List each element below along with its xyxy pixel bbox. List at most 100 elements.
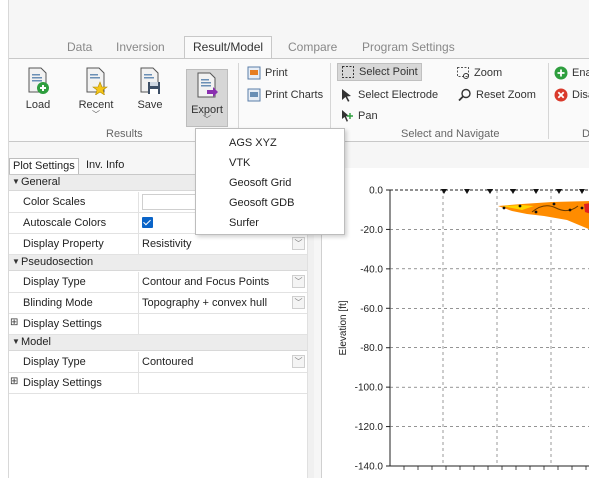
plus-circle-icon (554, 66, 568, 80)
results-group-label: Results (106, 128, 143, 140)
print-icon (247, 66, 261, 80)
section-pseudosection[interactable]: ▼ Pseudosection (9, 255, 307, 271)
select-point-label: Select Point (359, 66, 418, 78)
pan-icon (342, 110, 353, 122)
save-icon (140, 67, 160, 94)
property-label: Display Type (23, 356, 86, 368)
print-label: Print (265, 67, 288, 79)
chevron-down-icon[interactable]: ﹀ (292, 275, 305, 288)
chevron-down-icon[interactable]: ﹀ (292, 355, 305, 368)
menu-item-geosoft-gdb[interactable]: Geosoft GDB (229, 197, 294, 209)
recent-icon (86, 67, 108, 95)
chevron-down-icon[interactable]: ﹀ (292, 296, 305, 309)
property-label: Display Type (23, 276, 86, 288)
property-value[interactable]: Contour and Focus Points ﹀ (138, 272, 307, 293)
export-button[interactable]: Export ﹀ (186, 69, 228, 127)
focus-point (568, 208, 572, 212)
y-tick-label: -60.0 (360, 304, 383, 315)
menu-item-surfer[interactable]: Surfer (229, 217, 259, 229)
cancel-circle-icon (554, 88, 568, 102)
model-section-orange (498, 201, 589, 230)
reset-zoom-label: Reset Zoom (476, 89, 536, 101)
pan-button[interactable]: Pan (340, 107, 378, 125)
enable-button[interactable]: Ena (554, 64, 589, 82)
property-value[interactable]: Topography + convex hull ﹀ (138, 293, 307, 314)
select-electrode-button[interactable]: Select Electrode (340, 86, 438, 104)
disable-label: Disa (572, 89, 589, 101)
expand-icon[interactable]: ⊞ (10, 376, 18, 387)
y-tick-label: 0.0 (369, 186, 383, 197)
print-charts-icon (247, 88, 261, 102)
tab-inversion[interactable]: Inversion (116, 40, 165, 54)
tab-plot-settings[interactable]: Plot Settings (9, 158, 79, 174)
dropdown-value: Resistivity (142, 238, 192, 250)
property-label: Display Property (23, 238, 104, 250)
cursor-icon (342, 89, 351, 102)
print-button[interactable]: Print (247, 64, 288, 82)
tab-result-model[interactable]: Result/Model (184, 36, 273, 59)
menu-item-ags-xyz[interactable]: AGS XYZ (229, 137, 277, 149)
export-menu: AGS XYZ VTK Geosoft Grid Geosoft GDB Sur… (195, 128, 345, 235)
tab-program-settings[interactable]: Program Settings (362, 40, 455, 54)
tab-data[interactable]: Data (67, 40, 92, 54)
load-button[interactable]: Load (18, 67, 58, 111)
property-row-display-property[interactable]: Display Property Resistivity ﹀ (9, 234, 307, 255)
right-group-label: D (582, 128, 589, 140)
elevation-chart[interactable]: 0.0 -20.0 -40.0 -60.0 -80.0 -100.0 -120.0 -140.… (322, 168, 589, 478)
electrode-marker (464, 189, 470, 194)
property-row-display-type[interactable]: Display Type Contour and Focus Points ﹀ (9, 272, 307, 293)
property-row-display-type[interactable]: Display Type Contoured ﹀ (9, 352, 307, 373)
print-charts-label: Print Charts (265, 89, 324, 101)
disable-button[interactable]: Disa (554, 86, 589, 104)
menu-item-vtk[interactable]: VTK (229, 157, 250, 169)
property-value[interactable] (138, 373, 307, 394)
property-label: Blinding Mode (23, 297, 93, 309)
chevron-down-icon: ﹀ (92, 110, 100, 119)
focus-point (552, 202, 556, 206)
reset-zoom-button[interactable]: Reset Zoom (458, 86, 536, 104)
zoom-button[interactable]: Zoom (456, 64, 502, 82)
save-button[interactable]: Save (130, 67, 170, 111)
menu-item-geosoft-grid[interactable]: Geosoft Grid (229, 177, 291, 189)
collapse-triangle-icon[interactable]: ▼ (12, 257, 20, 266)
collapse-triangle-icon[interactable]: ▼ (12, 177, 20, 186)
collapse-triangle-icon[interactable]: ▼ (12, 337, 20, 346)
y-tick-label: -80.0 (360, 343, 383, 354)
electrode-marker (510, 189, 516, 194)
chart-area[interactable]: 0.0 -20.0 -40.0 -60.0 -80.0 -100.0 -120.0 -140.… (321, 168, 589, 478)
dropdown-value: Contoured (142, 356, 194, 368)
zoom-label: Zoom (474, 67, 503, 79)
y-tick-label: -20.0 (360, 225, 383, 236)
tab-inv-info[interactable]: Inv. Info (83, 158, 127, 174)
recent-button[interactable]: Recent ﹀ (76, 67, 116, 119)
property-label: General (21, 176, 61, 188)
select-point-icon (342, 66, 354, 78)
focus-point (518, 204, 522, 208)
property-row-blinding-mode[interactable]: Blinding Mode Topography + convex hull ﹀ (9, 293, 307, 314)
property-value[interactable]: Resistivity ﹀ (138, 234, 307, 255)
property-row-display-settings[interactable]: ⊞ Display Settings (9, 314, 307, 335)
property-value[interactable]: Contoured ﹀ (138, 352, 307, 373)
load-icon (28, 67, 49, 94)
autoscale-checkbox[interactable] (142, 217, 153, 228)
focus-point (502, 206, 506, 210)
tab-compare[interactable]: Compare (288, 40, 337, 54)
app-window: Data Inversion Result/Model Compare Prog… (8, 0, 589, 478)
electrode-marker (441, 189, 447, 194)
chevron-down-icon: ﹀ (203, 115, 211, 124)
expand-icon[interactable]: ⊞ (10, 317, 18, 328)
property-label: Model (21, 336, 51, 348)
load-label: Load (25, 99, 51, 111)
print-charts-button[interactable]: Print Charts (247, 86, 323, 104)
electrode-marker (487, 189, 493, 194)
property-row-display-settings[interactable]: ⊞ Display Settings (9, 373, 307, 394)
property-value[interactable] (138, 314, 307, 335)
group-divider (548, 63, 549, 139)
dropdown-value: Contour and Focus Points (142, 276, 270, 288)
section-model[interactable]: ▼ Model (9, 335, 307, 351)
select-point-button[interactable]: Select Point (337, 63, 422, 81)
y-axis-label: Elevation [ft] (338, 300, 349, 355)
focus-point (534, 210, 538, 214)
chevron-down-icon[interactable]: ﹀ (292, 237, 305, 250)
pan-label: Pan (358, 110, 378, 122)
